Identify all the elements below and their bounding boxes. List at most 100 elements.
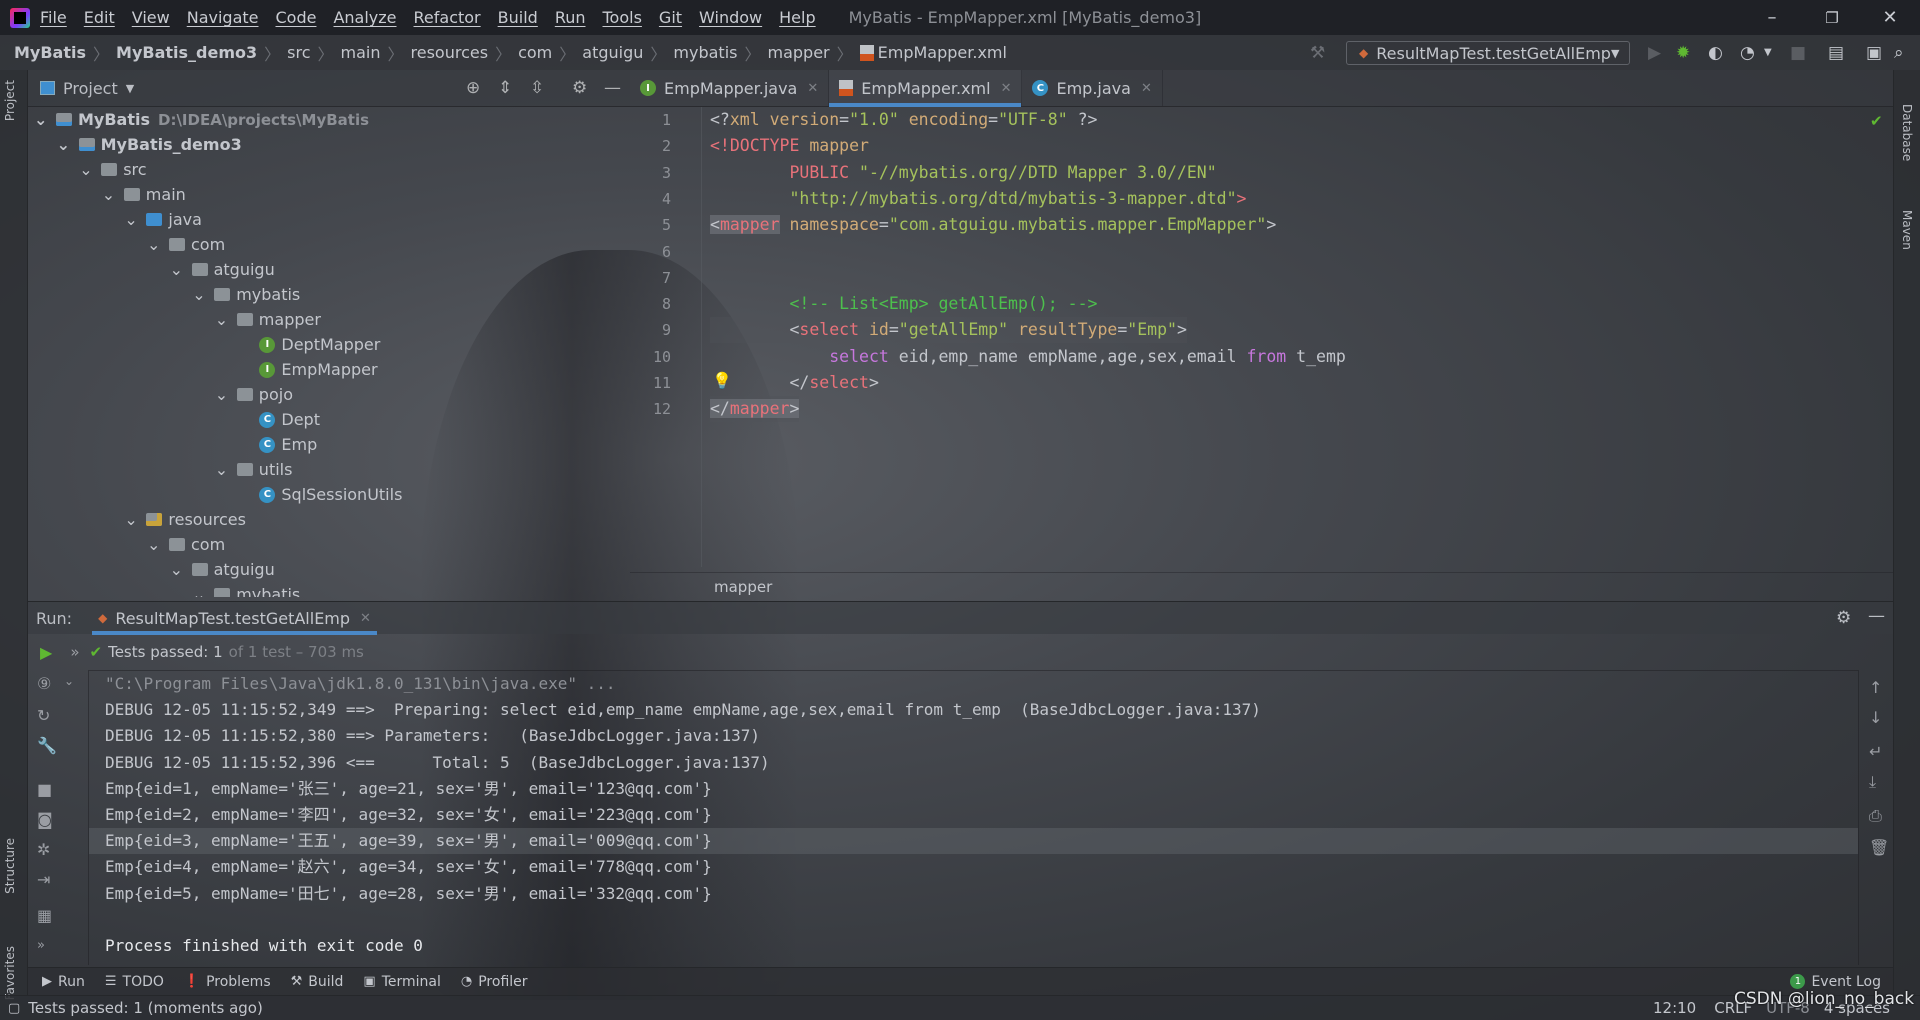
exit-icon[interactable]: ⇥ [37, 870, 50, 889]
close-button[interactable]: ✕ [1866, 0, 1914, 35]
settings-icon[interactable]: ✲ [37, 840, 50, 859]
menu-git[interactable]: Git [659, 8, 682, 27]
restore-button[interactable]: ❐ [1808, 0, 1856, 35]
tree-item[interactable]: ⌄ com [147, 532, 225, 557]
favorites-tool-button[interactable]: Favorites [3, 946, 17, 1000]
tool-window-todo[interactable]: ☰ TODO [105, 974, 164, 990]
chevron-down-icon[interactable]: ⌄ [147, 535, 161, 554]
project-tool-button[interactable]: Project [3, 80, 17, 121]
tree-item[interactable]: I EmpMapper [237, 357, 378, 382]
locate-target-icon[interactable]: ⊕ [466, 78, 480, 98]
chevron-down-icon[interactable]: ⌄ [215, 460, 229, 479]
run-tab[interactable]: ◆ ResultMapTest.testGetAllEmp ✕ [92, 602, 377, 635]
rerun-icon[interactable]: ↻ [37, 706, 50, 725]
chevron-down-icon[interactable]: ⌄ [147, 235, 161, 254]
up-arrow-icon[interactable]: ↑ [1869, 678, 1882, 697]
tree-item[interactable]: C SqlSessionUtils [237, 482, 402, 507]
breadcrumb-item[interactable]: EmpMapper.xml [878, 43, 1007, 62]
scroll-to-end-icon[interactable]: ⤓ [1869, 772, 1876, 792]
rerun-play-icon[interactable]: ▶ [40, 643, 52, 662]
close-tab-icon[interactable]: ✕ [1141, 81, 1152, 96]
console-output[interactable]: "C:\Program Files\Java\jdk1.8.0_131\bin\… [88, 670, 1858, 965]
soft-wrap-icon[interactable]: ↵ [1869, 742, 1882, 761]
tree-item[interactable]: ⌄ src [79, 157, 146, 182]
build-hammer-icon[interactable]: ⚒ [1310, 43, 1325, 63]
close-tab-icon[interactable]: ✕ [807, 81, 818, 96]
search-icon[interactable]: ⌕ [1894, 43, 1904, 63]
layout-icon[interactable]: ▦ [37, 906, 52, 925]
wrench-icon[interactable]: 🔧 [37, 736, 57, 755]
gear-icon[interactable]: ⚙ [572, 78, 587, 98]
breadcrumb-item[interactable]: com [518, 43, 552, 62]
breadcrumb-item[interactable]: mybatis [673, 43, 737, 62]
panel-toggle-icon[interactable]: ▢ [8, 1001, 20, 1016]
run-configuration-dropdown[interactable]: ◆ ResultMapTest.testGetAllEmp ▼ [1346, 41, 1630, 65]
tree-item[interactable]: ⌄ MyBatis D:\IDEA\projects\MyBatis [34, 107, 369, 132]
hide-panel-icon[interactable]: — [604, 78, 621, 98]
tool-window-terminal[interactable]: ▣ Terminal [363, 974, 440, 990]
tool-window-profiler[interactable]: ◔ Profiler [461, 974, 528, 990]
menu-build[interactable]: Build [498, 8, 538, 27]
test-results-icon[interactable]: ⑨ [37, 674, 51, 693]
tool-window-build[interactable]: ⚒ Build [291, 974, 344, 990]
tree-item[interactable]: ⌄ java [124, 207, 202, 232]
tab-empmapper-java[interactable]: I EmpMapper.java ✕ [630, 70, 830, 106]
tree-item[interactable]: ⌄ atguigu [170, 557, 275, 582]
tree-item[interactable]: C Emp [237, 432, 317, 457]
more-chevrons-icon[interactable]: » [70, 643, 79, 661]
menu-code[interactable]: Code [276, 8, 317, 27]
project-structure-icon[interactable]: ▤ [1828, 43, 1844, 63]
stop-icon[interactable]: ■ [1790, 43, 1806, 63]
run-icon[interactable]: ▶ [1648, 43, 1661, 63]
tree-item[interactable]: I DeptMapper [237, 332, 380, 357]
caret-position[interactable]: 12:10 [1653, 999, 1696, 1017]
chevron-down-icon[interactable]: ⌄ [215, 385, 229, 404]
expand-all-icon[interactable]: ⇕ [498, 78, 512, 98]
tree-item[interactable]: ⌄ mybatis [192, 582, 300, 597]
project-view-selector[interactable]: Project [63, 79, 118, 98]
breadcrumb-item[interactable]: MyBatis_demo3 [116, 43, 257, 62]
down-arrow-icon[interactable]: ↓ [1869, 708, 1882, 727]
tree-item[interactable]: ⌄ pojo [215, 382, 293, 407]
breadcrumb-item[interactable]: atguigu [582, 43, 643, 62]
chevron-down-icon[interactable]: ⌄ [170, 560, 184, 579]
chevron-down-icon[interactable]: ▼ [1764, 43, 1772, 63]
chevron-down-icon[interactable]: ⌄ [192, 585, 206, 597]
tool-window-problems[interactable]: ❗ Problems [184, 974, 271, 990]
tree-item[interactable]: ⌄ resources [124, 507, 246, 532]
chevron-down-icon[interactable]: ⌄ [215, 310, 229, 329]
chevron-down-icon[interactable]: ⌄ [170, 260, 184, 279]
debug-bug-icon[interactable]: ✹ [1676, 43, 1690, 63]
chevron-down-icon[interactable]: ⌄ [64, 674, 74, 688]
camera-icon[interactable]: ◙ [37, 810, 53, 829]
tree-item[interactable]: ⌄ main [102, 182, 186, 207]
structure-tool-button[interactable]: Structure [3, 838, 17, 894]
chevron-down-icon[interactable]: ⌄ [102, 185, 116, 204]
menu-file[interactable]: File [40, 8, 67, 27]
stop-icon[interactable]: ■ [37, 780, 52, 799]
close-tab-icon[interactable]: ✕ [360, 611, 371, 626]
menu-view[interactable]: View [132, 8, 170, 27]
profile-icon[interactable]: ◔ [1740, 43, 1755, 63]
breadcrumb-item[interactable]: main [341, 43, 381, 62]
tree-item[interactable]: C Dept [237, 407, 320, 432]
chevron-down-icon[interactable]: ⌄ [34, 110, 48, 129]
chevron-down-icon[interactable]: ⌄ [124, 510, 138, 529]
coverage-icon[interactable]: ◐ [1708, 43, 1723, 63]
chevron-down-icon[interactable]: ⌄ [192, 285, 206, 304]
chevron-down-icon[interactable]: ⌄ [124, 210, 138, 229]
minimize-button[interactable]: – [1748, 0, 1796, 35]
tab-emp-java[interactable]: C Emp.java ✕ [1022, 70, 1163, 106]
menu-navigate[interactable]: Navigate [187, 8, 259, 27]
print-icon[interactable]: ⎙ [1869, 806, 1882, 826]
close-tab-icon[interactable]: ✕ [1001, 81, 1012, 96]
menu-edit[interactable]: Edit [84, 8, 115, 27]
tree-item[interactable]: ⌄ atguigu [170, 257, 275, 282]
chevron-down-icon[interactable]: ⌄ [57, 135, 71, 154]
terminal-window-icon[interactable]: ▣ [1866, 43, 1882, 63]
trash-icon[interactable]: 🗑 [1869, 838, 1889, 857]
code-editor[interactable]: <?xml version="1.0" encoding="UTF-8" ?> <… [710, 107, 1890, 567]
event-log-button[interactable]: 1 Event Log [1790, 974, 1881, 990]
menu-analyze[interactable]: Analyze [333, 8, 396, 27]
tab-empmapper-xml[interactable]: EmpMapper.xml ✕ [829, 70, 1023, 107]
